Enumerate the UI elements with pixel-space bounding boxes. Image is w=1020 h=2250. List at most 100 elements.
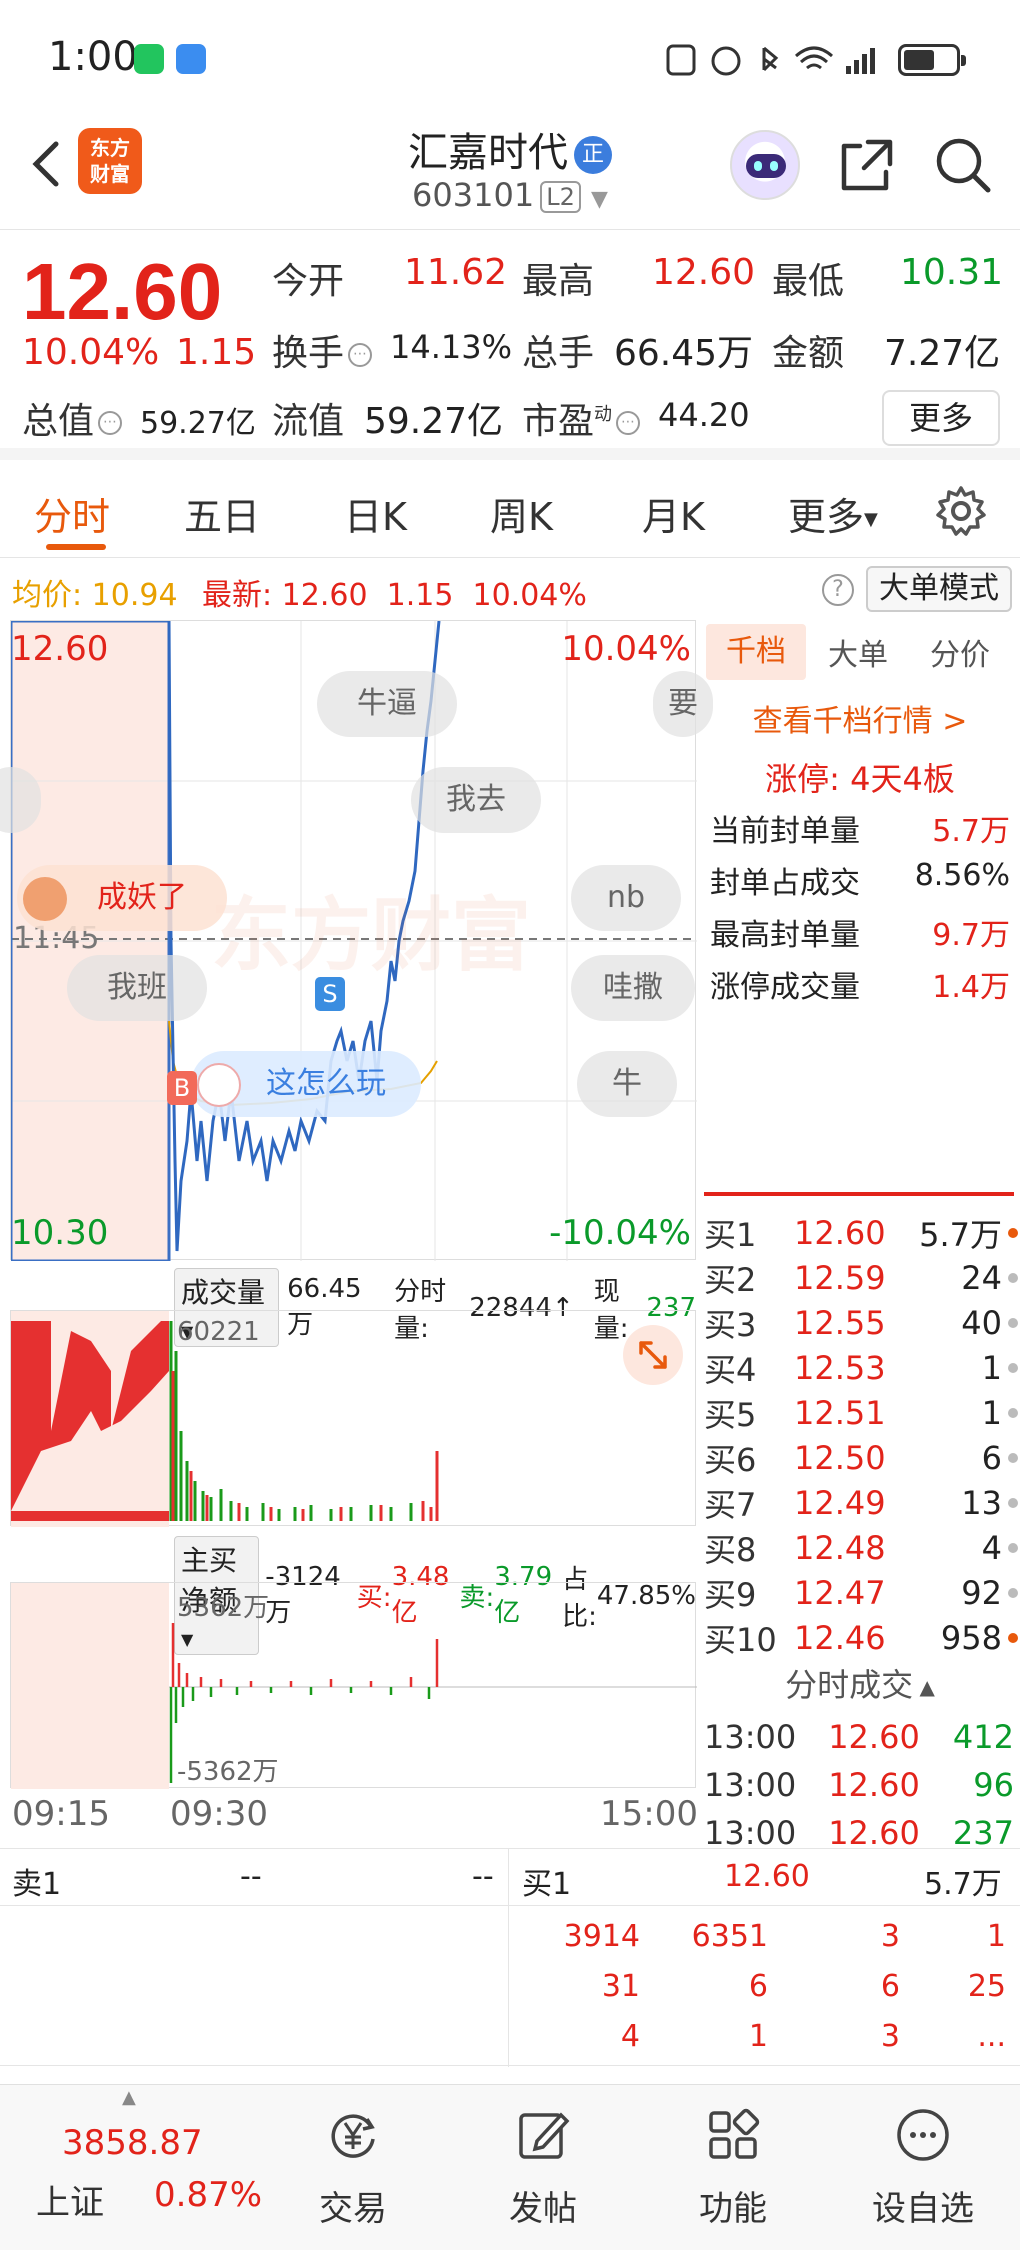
high-value: 12.60 [652,252,756,293]
flow-chart-svg [11,1583,697,1789]
sell1-volume: -- [472,1859,494,1894]
tab-monthly-k[interactable]: 月K [642,486,705,541]
assistant-robot-icon[interactable] [730,130,800,200]
queue-cell: 6 [748,1969,768,2004]
bid-row[interactable]: 买9 12.47 92 [704,1570,1018,1615]
bid-row[interactable]: 买6 12.50 6 [704,1435,1018,1480]
volume-value: 66.45万 [614,333,754,374]
status-dot [1008,1587,1018,1598]
watermark: 东方财富 [211,889,531,982]
buy-marker[interactable]: B [167,1071,197,1105]
bid-level: 买7 [704,1485,757,1524]
sell-marker[interactable]: S [315,977,345,1011]
status-bar: 1:00 [0,0,1020,120]
tab-price-distribution[interactable]: 分价 [930,630,990,674]
help-icon[interactable]: ? [822,574,854,606]
avatar [197,1063,241,1107]
bid-row[interactable]: 买10 12.46 958 [704,1615,1018,1660]
volume-label: 总手 [522,333,595,374]
danmaku-bubble[interactable]: 我班 [67,955,207,1021]
volume-chart[interactable]: 60221 [10,1310,696,1527]
tab-big-order[interactable]: 大单 [828,630,888,674]
expand-icon[interactable] [623,1325,683,1385]
flow-chart[interactable]: 5362万 -5362万 [10,1582,697,1789]
tab-intraday[interactable]: 分时 [34,486,110,541]
danmaku-bubble-highlight[interactable]: 这怎么玩 [191,1051,421,1117]
tick-volume: 96 [973,1766,1014,1804]
bid-price: 12.59 [794,1258,886,1297]
weather-icon [176,44,206,74]
danmaku-bubble[interactable]: 牛 [577,1051,677,1117]
pct-top-label: 10.04% [561,629,691,669]
stat-row: 当前封单量 5.7万 [710,814,1010,849]
bid-volume: 24 [961,1258,1002,1297]
bid-row[interactable]: 买7 12.49 13 [704,1480,1018,1525]
buy1-price: 12.60 [724,1859,810,1894]
tab-thousand-level[interactable]: 千档 [706,624,806,680]
gear-icon[interactable] [934,484,988,538]
share-icon[interactable] [838,136,896,194]
ticks-title[interactable]: 分时成交 ▲ [700,1660,1020,1706]
intraday-chart[interactable]: 12.60 10.30 10.04% -10.04% 11:45 东方财富 牛逼… [0,620,713,1261]
index-ticker[interactable]: ▲ 3858.87 上证 0.87% [0,2085,263,2250]
bluetooth-icon [762,46,779,72]
avatar [23,877,67,921]
bid-row[interactable]: 买2 12.59 24 [704,1255,1018,1300]
order-queue-table: 卖1 -- -- 买1 12.60 5.7万 3914 6351 3 1 31 6 6 25 4… [0,1848,1020,2067]
volume-chart-svg [11,1311,439,1527]
tab-more[interactable]: 更多▼ [788,486,878,541]
limit-up-info: 涨停: 4天4板 [765,760,955,798]
quote-panel: 12.60 10.04% 1.15 今开 11.62 最高 12.60 最低 1… [0,230,1020,460]
bid-row[interactable]: 买8 12.48 4 [704,1525,1018,1570]
index-value: 3858.87 [62,2123,203,2163]
pe-label: 市盈动 ⋯ [522,392,644,444]
bid-price: 12.48 [794,1528,886,1567]
danmaku-bubble[interactable]: nb [571,865,681,931]
bid-level: 买1 [704,1215,757,1254]
yuan-refresh-icon [331,2114,375,2158]
nav-add-watchlist[interactable]: 设自选 [828,2085,1018,2250]
view-thousand-level-link[interactable]: 查看千档行情 > [700,696,1020,740]
nav-trade[interactable]: 交易 [258,2085,448,2250]
tab-five-day[interactable]: 五日 [184,486,260,541]
index-percent: 0.87% [154,2175,263,2215]
chevron-down-icon: ▼ [591,187,608,212]
tab-weekly-k[interactable]: 周K [490,486,553,541]
danmaku-bubble-highlight[interactable]: 成妖了 [17,865,227,931]
info-dots-icon: ⋯ [616,411,641,435]
price-top-label: 12.60 [11,629,109,669]
bid-row[interactable]: 买4 12.53 1 [704,1345,1018,1390]
book-divider [704,1192,1014,1196]
bid-price: 12.50 [794,1438,886,1477]
time-axis-open: 09:30 [170,1794,268,1834]
edit-icon [519,2112,570,2159]
level2-badge: L2 [540,181,581,213]
bid-row[interactable]: 买1 12.60 5.7万 [704,1210,1018,1255]
danmaku-bubble[interactable]: 哇撒 [571,955,695,1021]
queue-cell: 4 [620,2019,640,2054]
bid-price: 12.49 [794,1483,886,1522]
more-button[interactable]: 更多 [882,390,1000,446]
tick-price: 12.60 [828,1766,920,1804]
float-value: 59.27亿 [364,401,504,442]
danmaku-bubble[interactable]: 牛逼 [317,671,457,737]
search-icon[interactable] [932,134,994,196]
battery-icon [898,44,966,76]
nav-functions[interactable]: 功能 [638,2085,828,2250]
queue-cell: 1 [986,1919,1006,1954]
bid-level: 买10 [704,1620,777,1659]
bid-row[interactable]: 买3 12.55 40 [704,1300,1018,1345]
current-price: 12.60 [22,247,223,336]
bid-row[interactable]: 买5 12.51 1 [704,1390,1018,1435]
status-dot [1008,1452,1018,1463]
tab-daily-k[interactable]: 日K [344,486,407,541]
buy1-label: 买1 [522,1867,572,1902]
danmaku-bubble[interactable]: 我去 [411,767,541,833]
big-order-mode-button[interactable]: 大单模式 [866,566,1012,612]
header: 东方 财富 汇嘉时代正 603101 L2 ▼ [0,120,1020,230]
queue-cell: 25 [967,1969,1006,2004]
order-book-panel: 千档 大单 分价 查看千档行情 > 涨停: 4天4板 当前封单量 5.7万 封单占… [700,620,1020,1852]
queue-cell: 6351 [691,1919,768,1954]
index-name: 上证 [36,2183,104,2223]
nav-post[interactable]: 发帖 [448,2085,638,2250]
